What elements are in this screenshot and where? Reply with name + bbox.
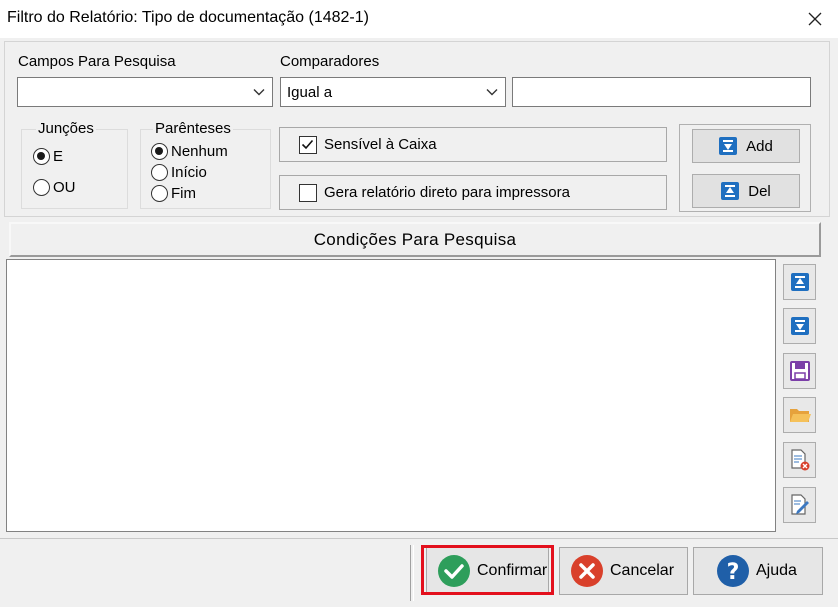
move-down-icon [790, 317, 809, 335]
help-button[interactable]: ? Ajuda [693, 547, 823, 595]
case-sensitive-checkbox[interactable] [299, 135, 317, 154]
edit-condition-button[interactable] [783, 487, 816, 523]
add-button[interactable]: Add [692, 129, 800, 163]
radio-fim-label: Fim [171, 185, 196, 202]
footer-bar: Confirmar Cancelar ? Ajuda [0, 538, 838, 607]
move-up-button[interactable] [783, 264, 816, 300]
radio-dot [151, 185, 168, 202]
radio-e-label: E [53, 148, 64, 165]
radio-ou[interactable]: OU [33, 179, 76, 196]
checkmark-icon [301, 139, 314, 149]
radio-nenhum-label: Nenhum [171, 143, 228, 160]
delete-document-icon [790, 449, 809, 471]
move-up-icon [790, 273, 809, 291]
close-button[interactable] [792, 0, 838, 38]
add-down-icon [719, 137, 738, 155]
footer-separator [410, 545, 414, 601]
add-button-label: Add [746, 137, 773, 155]
window-title: Filtro do Relatório: Tipo de documentaçã… [7, 9, 369, 26]
move-down-button[interactable] [783, 308, 816, 344]
radio-nenhum[interactable]: Nenhum [151, 143, 228, 160]
radio-dot-selected [151, 143, 168, 160]
comparadores-label: Comparadores [280, 53, 380, 70]
open-folder-button[interactable] [783, 397, 816, 433]
search-criteria-panel: Campos Para Pesquisa Comparadores Igual … [4, 41, 830, 217]
cancel-button[interactable]: Cancelar [559, 547, 688, 595]
direct-print-option[interactable]: Gera relatório direto para impressora [279, 175, 667, 210]
conditions-header-label: Condições Para Pesquisa [313, 229, 517, 249]
delete-up-icon [721, 182, 740, 200]
radio-dot-selected [33, 148, 50, 165]
juncoes-group: Junções E OU [21, 120, 128, 209]
radio-fim[interactable]: Fim [151, 185, 196, 202]
radio-dot [33, 179, 50, 196]
radio-inicio-label: Início [171, 164, 207, 181]
parenteses-title: Parênteses [153, 120, 233, 137]
radio-e[interactable]: E [33, 148, 63, 165]
conditions-header: Condições Para Pesquisa [9, 222, 821, 257]
title-bar: Filtro do Relatório: Tipo de documentaçã… [0, 0, 838, 38]
juncoes-title: Junções [36, 120, 96, 137]
parenteses-group: Parênteses Nenhum Início Fim [140, 120, 271, 209]
open-folder-icon [789, 409, 811, 422]
radio-ou-label: OU [53, 179, 76, 196]
edit-document-icon [790, 494, 809, 515]
direct-print-label: Gera relatório direto para impressora [324, 184, 570, 201]
save-icon [789, 361, 810, 381]
comparadores-select-value: Igual a [287, 84, 333, 101]
direct-print-checkbox[interactable] [299, 183, 317, 202]
chevron-down-icon [253, 89, 265, 96]
radio-inicio[interactable]: Início [151, 164, 207, 181]
confirm-highlight-frame [421, 545, 554, 595]
value-input[interactable] [512, 77, 811, 107]
save-button[interactable] [783, 353, 816, 389]
chevron-down-icon [486, 89, 498, 96]
cancel-x-icon [571, 555, 603, 587]
add-del-group: Add Del [679, 124, 811, 212]
delete-condition-button[interactable] [783, 442, 816, 478]
case-sensitive-label: Sensível à Caixa [324, 136, 437, 153]
campos-label: Campos Para Pesquisa [18, 53, 176, 70]
close-icon [808, 12, 822, 26]
svg-text:?: ? [727, 560, 740, 585]
comparadores-select[interactable]: Igual a [280, 77, 506, 107]
conditions-list[interactable] [6, 259, 776, 532]
help-button-label: Ajuda [756, 562, 797, 579]
case-sensitive-option[interactable]: Sensível à Caixa [279, 127, 667, 162]
del-button[interactable]: Del [692, 174, 800, 208]
help-question-icon: ? [717, 555, 749, 587]
del-button-label: Del [748, 182, 771, 200]
campos-select[interactable] [17, 77, 273, 107]
filter-dialog: Filtro do Relatório: Tipo de documentaçã… [0, 0, 838, 607]
cancel-button-label: Cancelar [610, 562, 675, 579]
radio-dot [151, 164, 168, 181]
